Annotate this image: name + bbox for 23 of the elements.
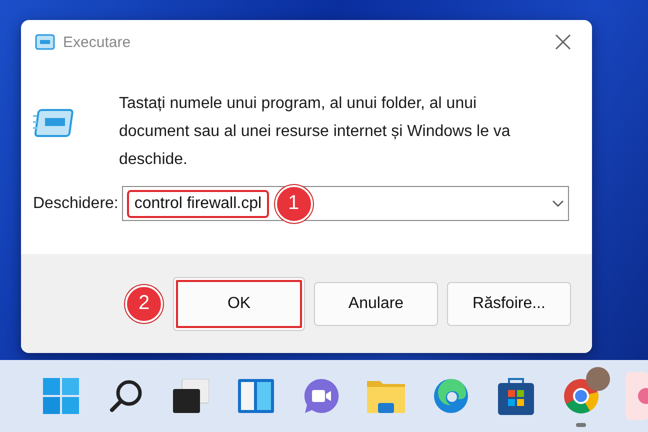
run-app-icon — [33, 108, 75, 138]
run-app-icon — [35, 34, 55, 50]
instruction-text: Tastați numele unui program, al unui folder, al unui document sau al unei resurse internet și Windows le va deschide. — [119, 94, 512, 170]
windows-logo-icon[interactable] — [43, 378, 79, 414]
app-icon[interactable] — [626, 372, 648, 420]
close-icon[interactable] — [554, 33, 572, 51]
window-title: Executare — [63, 34, 132, 50]
edge-browser-icon[interactable] — [433, 378, 469, 414]
open-combobox[interactable]: control firewall.cpl 1 — [122, 186, 569, 221]
dialog-button[interactable]: OK — [173, 276, 305, 330]
dialog-button[interactable]: Anulare — [314, 282, 438, 326]
step-number-badge: 2 — [125, 284, 163, 322]
dialog-button[interactable]: Răsfoire... — [447, 282, 571, 326]
avatar-circle — [586, 367, 610, 391]
field-value: control firewall.cpl — [127, 190, 269, 218]
search-icon[interactable] — [109, 379, 143, 413]
open-label: Deschidere: — [33, 194, 118, 212]
widgets-icon[interactable] — [238, 379, 274, 413]
store-bag-icon[interactable] — [498, 377, 534, 415]
step-number-badge: 1 — [274, 184, 313, 222]
task-view-icon[interactable] — [173, 379, 209, 413]
folder-icon[interactable] — [367, 379, 405, 413]
video-chat-icon[interactable] — [303, 378, 339, 414]
